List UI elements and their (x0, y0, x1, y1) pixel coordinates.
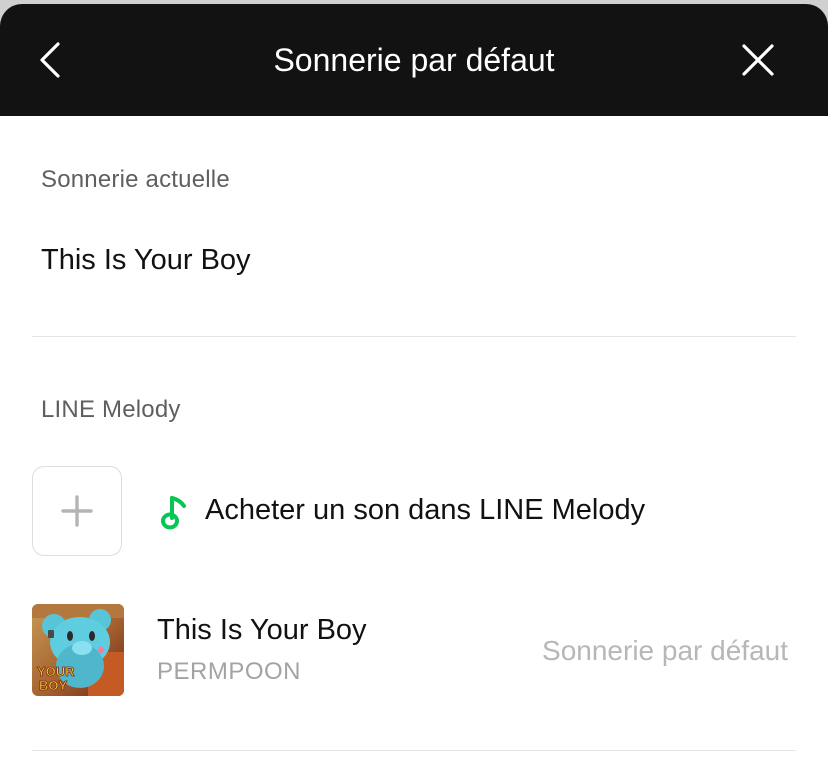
music-note-icon (161, 496, 186, 530)
album-art-text: BOY (39, 678, 68, 693)
divider (32, 750, 796, 751)
song-title: This Is Your Boy (157, 614, 367, 646)
chevron-left-icon (40, 42, 60, 78)
current-ringtone-section-label: Sonnerie actuelle (41, 166, 230, 193)
song-row[interactable]: YOUR BOY This Is Your Boy PERMPOON Sonne… (0, 602, 828, 698)
song-artist: PERMPOON (157, 658, 302, 685)
ringtone-sheet: Sonnerie par défaut Sonnerie actuelle Th… (0, 4, 828, 759)
back-button[interactable] (26, 34, 78, 86)
album-art-image: YOUR BOY (32, 604, 124, 696)
current-ringtone-value: This Is Your Boy (41, 244, 251, 276)
line-melody-section-label: LINE Melody (41, 396, 181, 423)
header-bar: Sonnerie par défaut (0, 4, 828, 116)
close-button[interactable] (732, 34, 784, 86)
add-sound-button[interactable] (32, 466, 122, 556)
divider (32, 336, 796, 337)
page-title: Sonnerie par défaut (273, 42, 555, 78)
song-status-label: Sonnerie par défaut (542, 635, 788, 666)
close-icon (742, 44, 774, 76)
buy-melody-row[interactable]: Acheter un son dans LINE Melody (0, 466, 828, 558)
buy-melody-label: Acheter un son dans LINE Melody (205, 494, 646, 526)
album-art-text: YOUR (37, 664, 75, 679)
plus-icon (60, 494, 93, 527)
